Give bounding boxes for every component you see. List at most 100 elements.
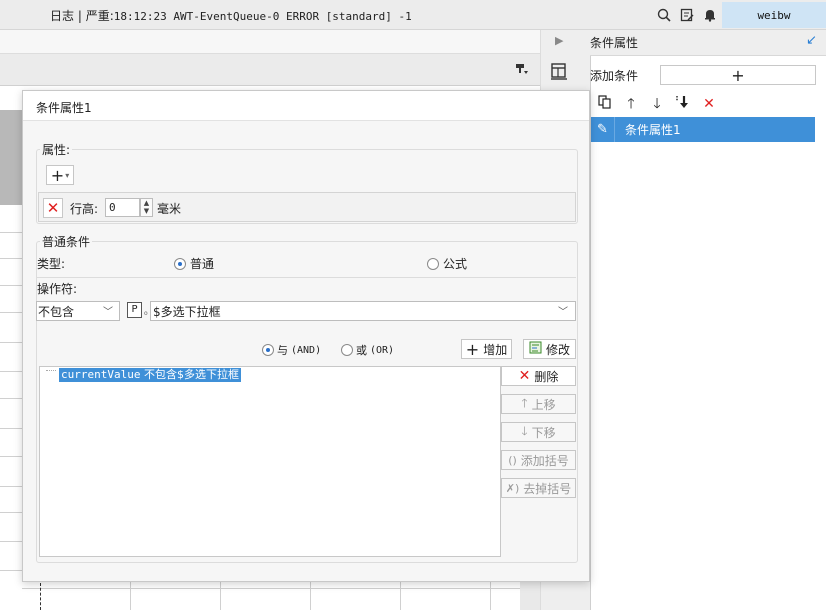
- add-parentheses-button[interactable]: () 添加括号: [501, 450, 576, 470]
- logic-radio-and[interactable]: 与 (AND): [262, 342, 321, 358]
- add-attribute-button[interactable]: + ▾: [46, 165, 74, 185]
- row-height-input[interactable]: 0: [105, 198, 140, 217]
- add-paren-label: 添加括号: [520, 453, 569, 468]
- panel-title: 条件属性: [590, 36, 639, 50]
- user-name-badge[interactable]: weibw: [722, 2, 826, 28]
- grid-line: [0, 258, 22, 259]
- grid-line: [310, 582, 311, 610]
- parentheses-icon: (): [508, 453, 517, 467]
- background-header-cells: [0, 110, 22, 205]
- grid-line: [0, 285, 22, 286]
- add-condition-label: 添加条件: [590, 69, 639, 83]
- section-divider: [36, 277, 576, 278]
- grid-line: [0, 232, 22, 233]
- arrow-down-icon: 🡓: [521, 423, 528, 438]
- copy-icon[interactable]: [596, 94, 614, 114]
- delete-icon[interactable]: ✕: [700, 95, 718, 113]
- remove-parentheses-button[interactable]: ✗) 去掉括号: [501, 478, 576, 498]
- expand-arrow-icon[interactable]: ▶: [555, 34, 563, 47]
- condition-list-toolbar: 🡑 🡓 ✕: [592, 92, 816, 116]
- parameter-icon[interactable]: P: [127, 302, 142, 318]
- bell-icon[interactable]: [701, 6, 719, 24]
- list-item[interactable]: currentValue 不包含$多选下拉框: [59, 368, 241, 382]
- move-down-button[interactable]: 🡓 下移: [501, 422, 576, 442]
- row-height-unit: 毫米: [157, 202, 182, 216]
- modify-icon: [529, 341, 542, 357]
- condition-list-item[interactable]: ✎ 条件属性1: [591, 117, 815, 142]
- move-down-icon[interactable]: 🡓: [648, 95, 666, 113]
- chevron-down-icon[interactable]: ﹀: [103, 303, 113, 318]
- type-option-label: 普通: [190, 257, 215, 271]
- log-separator: |: [77, 9, 82, 23]
- grid-line: [220, 582, 221, 610]
- logic-or-code: (OR): [370, 344, 395, 356]
- chevron-down-icon[interactable]: ﹀: [558, 303, 568, 318]
- type-radio-normal[interactable]: 普通: [174, 255, 214, 272]
- collapse-panel-icon[interactable]: ↙: [806, 33, 817, 48]
- caret-down-icon: ▾: [65, 170, 70, 180]
- notes-icon[interactable]: [678, 6, 696, 24]
- grid-line: [0, 486, 22, 487]
- modify-button[interactable]: 修改: [523, 339, 576, 359]
- delete-button-label: 删除: [534, 369, 559, 384]
- arrow-up-icon: 🡑: [521, 395, 528, 410]
- background-tab-strip: [0, 30, 540, 54]
- radio-unchecked-icon: [341, 344, 353, 356]
- logic-or-label: 或: [356, 344, 367, 357]
- attribute-section-label: 属性:: [40, 141, 73, 158]
- parameter-sub-marker: o: [144, 310, 148, 317]
- logic-and-label: 与: [277, 344, 288, 357]
- grid-line: [22, 588, 537, 589]
- radio-checked-icon: [262, 344, 274, 356]
- grid-line: [400, 582, 401, 610]
- condition-text: 不包含$多选下拉框: [143, 368, 239, 381]
- grid-line: [0, 541, 22, 542]
- move-up-label: 上移: [531, 397, 556, 412]
- background-scrollbar: [520, 582, 540, 610]
- grid-line: [0, 512, 22, 513]
- move-down-label: 下移: [531, 425, 556, 440]
- add-condition-button[interactable]: +: [660, 65, 816, 85]
- dialog-title: 条件属性1: [36, 101, 92, 115]
- grid-line: [0, 371, 22, 372]
- delete-icon: ✕: [518, 368, 531, 384]
- search-icon[interactable]: [655, 6, 673, 24]
- condition-expression-list[interactable]: [39, 366, 501, 557]
- log-label: 日志: [50, 9, 75, 23]
- radio-unchecked-icon: [427, 257, 439, 270]
- dashed-guide-line: [40, 583, 41, 610]
- condition-section-label: 普通条件: [40, 233, 93, 250]
- log-message: 18:12:23 AWT-EventQueue-0 ERROR [standar…: [113, 10, 412, 23]
- severity-label: 严重:: [85, 9, 114, 23]
- move-bottom-icon[interactable]: [674, 95, 692, 114]
- grid-line: [130, 582, 131, 610]
- move-up-icon[interactable]: 🡑: [622, 95, 640, 113]
- tree-connector: [46, 370, 56, 371]
- remove-paren-label: 去掉括号: [523, 481, 572, 496]
- cell-properties-icon[interactable]: [550, 62, 570, 82]
- row-height-stepper[interactable]: ▲ ▼: [140, 198, 153, 217]
- format-brush-icon[interactable]: [515, 62, 531, 78]
- grid-line: [0, 342, 22, 343]
- grid-line: [0, 312, 22, 313]
- add-button[interactable]: + 增加: [461, 339, 512, 359]
- radio-checked-icon: [174, 257, 186, 270]
- edit-pencil-icon[interactable]: ✎: [591, 117, 615, 142]
- grid-line: [0, 570, 22, 571]
- type-radio-formula[interactable]: 公式: [427, 255, 467, 272]
- grid-line: [0, 428, 22, 429]
- operator-select-value: 不包含: [38, 305, 75, 319]
- move-up-button[interactable]: 🡑 上移: [501, 394, 576, 414]
- grid-line: [0, 398, 22, 399]
- value-combobox-text: $多选下拉框: [153, 305, 221, 319]
- modify-button-label: 修改: [545, 342, 570, 357]
- delete-button[interactable]: ✕ 删除: [501, 366, 576, 386]
- remove-parentheses-icon: ✗): [505, 481, 520, 495]
- log-status-text[interactable]: 日志 | 严重:18:12:23 AWT-EventQueue-0 ERROR …: [50, 7, 412, 24]
- plus-icon: +: [50, 165, 65, 185]
- condition-item-label: 条件属性1: [625, 123, 681, 137]
- remove-attribute-button[interactable]: ✕: [43, 198, 63, 218]
- condition-field: currentValue: [61, 368, 141, 381]
- type-label: 类型:: [37, 257, 66, 271]
- logic-radio-or[interactable]: 或 (OR): [341, 342, 394, 358]
